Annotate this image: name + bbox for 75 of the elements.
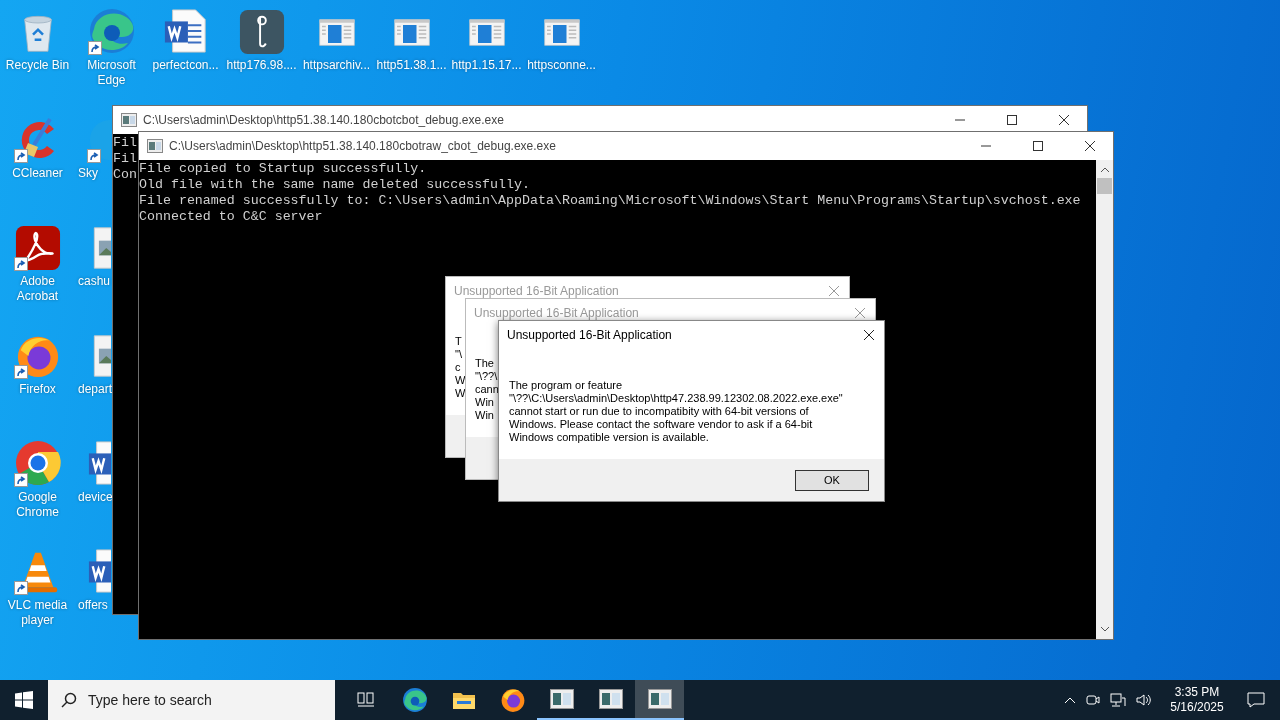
console-window-icon bbox=[549, 689, 574, 709]
icon-label[interactable]: depart bbox=[74, 382, 113, 397]
icon-label[interactable]: device bbox=[74, 490, 113, 505]
dialog-title: Unsupported 16-Bit Application bbox=[474, 305, 640, 322]
dialog-message-fragment: "\??\ bbox=[475, 370, 498, 383]
console-line: Fil bbox=[113, 151, 137, 167]
taskbar-console-window-button[interactable] bbox=[635, 680, 684, 720]
close-icon bbox=[863, 329, 875, 341]
network-icon[interactable] bbox=[1110, 693, 1126, 707]
icon-label[interactable]: http51.38.1... bbox=[376, 58, 447, 73]
icon-label[interactable]: VLC media player bbox=[0, 598, 75, 628]
chat-bubble-icon bbox=[1247, 692, 1265, 708]
icon-label[interactable]: http1.15.17... bbox=[451, 58, 522, 73]
icon-label[interactable]: cashu bbox=[74, 274, 111, 289]
window-title: C:\Users\admin\Desktop\http51.38.140.180cbotcbot_debug.exe.exe bbox=[143, 112, 505, 129]
icon-label[interactable]: Adobe Acrobat bbox=[0, 274, 75, 304]
icon-label[interactable]: Firefox bbox=[19, 382, 56, 397]
dialog-message-fragment: The bbox=[475, 357, 494, 370]
icon-label[interactable]: http176.98.... bbox=[226, 58, 297, 73]
console-line: Con bbox=[113, 167, 137, 183]
dialog-message-fragment: Win bbox=[475, 396, 494, 409]
icon-label[interactable]: Recycle Bin bbox=[5, 58, 70, 73]
folder-icon bbox=[451, 690, 476, 710]
search-field[interactable]: Type here to search bbox=[48, 680, 335, 720]
icon-label[interactable]: Sky bbox=[74, 166, 98, 181]
console-window-icon bbox=[598, 689, 623, 709]
console-line: Connected to C&C server bbox=[139, 209, 323, 225]
clock-time[interactable]: 3:35 PM bbox=[1174, 685, 1220, 700]
icon-label[interactable]: CCleaner bbox=[12, 166, 63, 181]
tuning-fork-icon[interactable] bbox=[237, 7, 286, 55]
console-line: Fil bbox=[113, 135, 137, 151]
close-icon bbox=[828, 285, 840, 297]
console-window-icon bbox=[121, 113, 137, 127]
console-line: Old file with the same name deleted successfully. bbox=[139, 177, 530, 193]
close-icon bbox=[1058, 114, 1070, 126]
acrobat-icon[interactable] bbox=[13, 223, 62, 271]
maximize-icon bbox=[1006, 114, 1018, 126]
edge-icon[interactable] bbox=[87, 7, 136, 55]
maximize-icon bbox=[1032, 140, 1044, 152]
scrollbar-thumb[interactable] bbox=[1097, 178, 1112, 194]
dialog-message-fragment: Win bbox=[475, 409, 494, 422]
icon-label[interactable]: httpsconne... bbox=[527, 58, 596, 73]
dialog-message-fragment: W bbox=[455, 387, 466, 400]
dialog-message-fragment: cann bbox=[475, 383, 499, 396]
console-window-icon bbox=[147, 139, 163, 153]
dialog-message-fragment: W bbox=[455, 374, 466, 387]
dialog-title: Unsupported 16-Bit Application bbox=[507, 327, 673, 344]
console-line: File copied to Startup successfully. bbox=[139, 161, 427, 177]
dialog-title: Unsupported 16-Bit Application bbox=[454, 283, 620, 300]
clock-date[interactable]: 5/16/2025 bbox=[1170, 700, 1224, 715]
search-icon bbox=[61, 692, 77, 708]
chrome-icon[interactable] bbox=[13, 439, 62, 487]
dialog-message-fragment: c bbox=[455, 361, 461, 374]
dialog-message-fragment: T bbox=[455, 335, 462, 348]
chevron-up-icon[interactable] bbox=[1064, 696, 1076, 704]
console-line: File renamed successfully to: C:\Users\admin\AppData\Roaming\Microsoft\Windows\Start Menu\Programs\Startup\svchost.exe bbox=[139, 193, 1081, 209]
icon-label[interactable]: Google Chrome bbox=[0, 490, 75, 520]
ok-button[interactable]: OK bbox=[795, 469, 869, 491]
close-icon bbox=[854, 307, 866, 319]
window-title: C:\Users\admin\Desktop\http51.38.140.180cbotraw_cbot_debug.exe.exe bbox=[169, 138, 557, 155]
edge-icon bbox=[401, 687, 428, 713]
meeting-icon[interactable] bbox=[1086, 693, 1100, 707]
console-window-icon bbox=[647, 689, 672, 709]
icon-label[interactable]: Microsoft Edge bbox=[74, 58, 149, 88]
scrollbar[interactable] bbox=[1096, 160, 1113, 639]
icon-label[interactable]: perfectcon... bbox=[152, 58, 219, 73]
firefox-icon bbox=[499, 687, 526, 713]
close-icon bbox=[1084, 140, 1096, 152]
dialog-message: The program or feature "\??\C:\Users\admin\Desktop\http47.238.99.12302.08.2022.exe.exe" cannot start or run due to incompatibity with 64-bit versions of Windows. Please contact the software vendor to ask if a 64-bit Windows compatible version is available. bbox=[509, 379, 844, 444]
speaker-icon[interactable] bbox=[1136, 693, 1152, 707]
icon-label[interactable]: offers bbox=[74, 598, 108, 613]
task-view-icon bbox=[356, 692, 375, 708]
icon-label[interactable]: httpsarchiv... bbox=[302, 58, 371, 73]
dialog-message-fragment: "\ bbox=[455, 348, 462, 361]
windows-logo-icon bbox=[15, 691, 33, 709]
